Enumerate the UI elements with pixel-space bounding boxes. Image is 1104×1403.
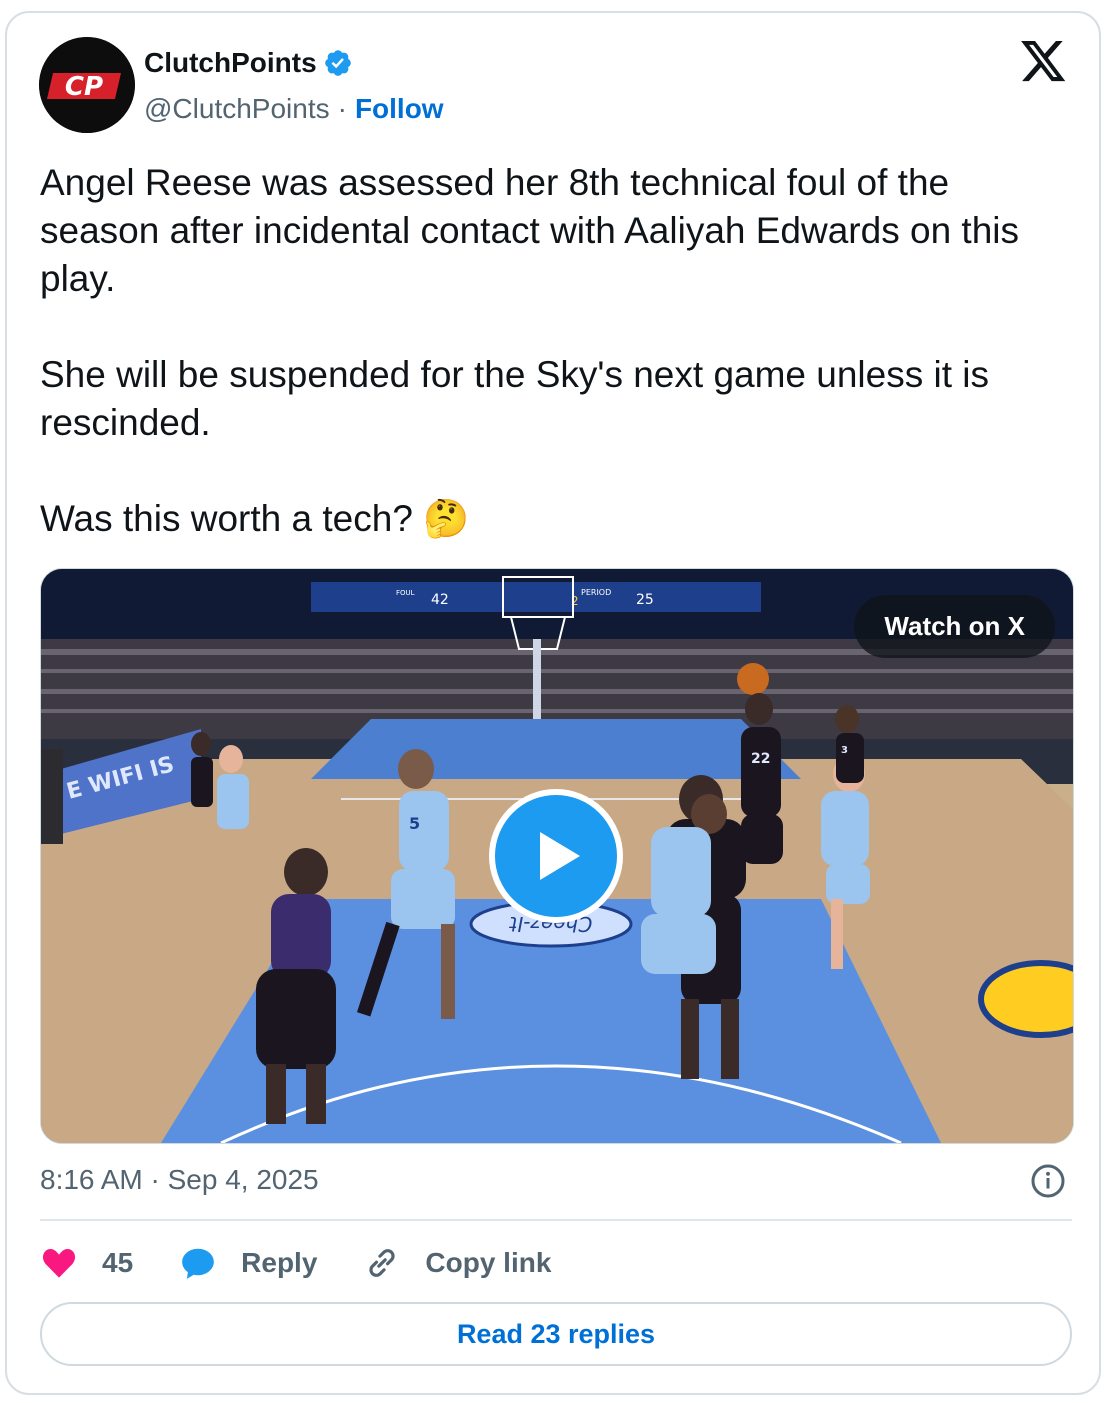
reply-button[interactable]: Reply — [179, 1244, 317, 1282]
tweet-paragraph: Angel Reese was assessed her 8th technic… — [40, 162, 1020, 299]
play-button[interactable] — [489, 789, 623, 923]
watch-on-x-button[interactable]: Watch on X — [854, 595, 1055, 658]
scoreboard-right-score: 25 — [636, 592, 654, 608]
scoreboard — [311, 582, 761, 612]
author-avatar[interactable]: CP — [39, 37, 135, 133]
tweet-text: Angel Reese was assessed her 8th technic… — [40, 159, 1070, 543]
scoreboard-foul-label: FOUL — [396, 589, 415, 597]
player-jersey-number: 5 — [409, 814, 420, 833]
tweet-paragraph: She will be suspended for the Sky's next… — [40, 354, 990, 443]
player-jersey-number: 22 — [751, 751, 770, 767]
scoreboard-left-score: 42 — [431, 592, 449, 608]
author-handle[interactable]: @ClutchPoints — [144, 93, 330, 125]
play-icon — [540, 832, 580, 880]
reply-bubble-icon — [182, 1248, 214, 1279]
reply-label: Reply — [241, 1247, 318, 1278]
verified-badge-icon — [324, 50, 351, 76]
x-logo-icon[interactable] — [1021, 41, 1067, 83]
tweet-timestamp[interactable]: 8:16 AM · Sep 4, 2025 — [40, 1164, 319, 1196]
heart-icon — [42, 1248, 76, 1278]
video-media[interactable]: 42 PERIOD 2 25 FOUL Cheez-It E WIFI IS 5… — [40, 568, 1074, 1144]
like-button[interactable]: 45 — [40, 1244, 133, 1282]
link-icon — [369, 1249, 395, 1277]
avatar-logo-text: CP — [65, 72, 103, 102]
scoreboard-period-label: PERIOD — [581, 588, 611, 597]
info-icon[interactable] — [1030, 1163, 1066, 1199]
like-count: 45 — [102, 1247, 134, 1278]
read-replies-button[interactable]: Read 23 replies — [40, 1302, 1072, 1366]
tweet-card: CP ClutchPoints @ClutchPoints · Follow A… — [5, 11, 1101, 1395]
follow-link[interactable]: Follow — [355, 93, 444, 125]
copy-link-button[interactable]: Copy link — [363, 1244, 551, 1282]
handle-separator: · — [337, 93, 347, 124]
tweet-paragraph: Was this worth a tech? 🤔 — [40, 498, 470, 539]
author-handle-row: @ClutchPoints · Follow — [144, 93, 444, 125]
divider — [40, 1219, 1072, 1221]
author-name[interactable]: ClutchPoints — [144, 47, 317, 79]
player-jersey-number: 3 — [841, 745, 848, 756]
tweet-actions: 45 Reply Copy link — [40, 1241, 597, 1285]
author-name-row: ClutchPoints — [144, 47, 353, 79]
clutchpoints-logo: CP — [39, 37, 135, 133]
copy-link-label: Copy link — [425, 1247, 552, 1278]
